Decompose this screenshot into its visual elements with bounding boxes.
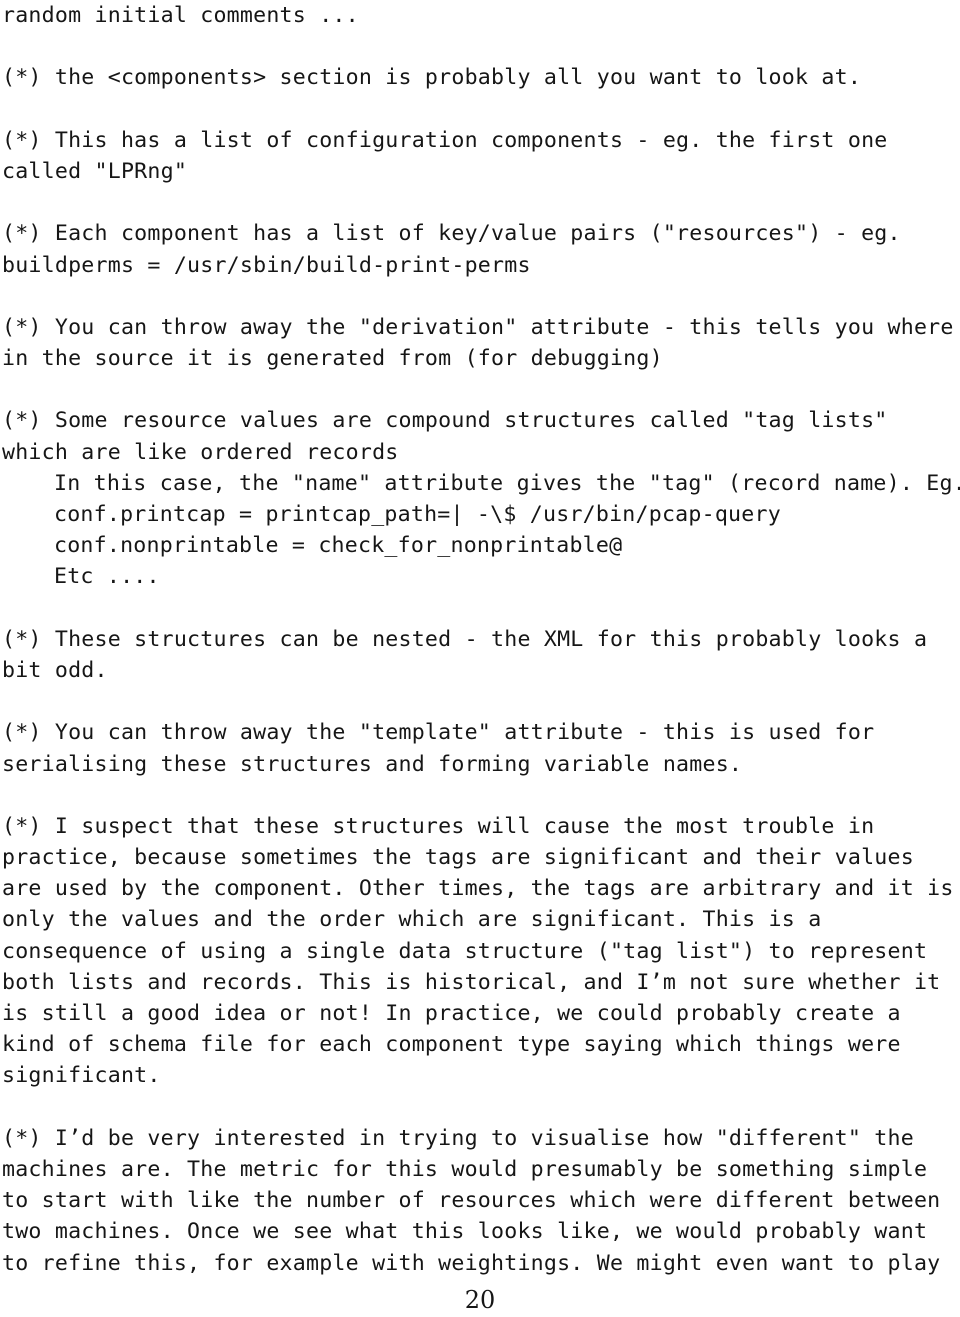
text-line: only the values and the order which are …: [2, 907, 822, 933]
text-line: (*) This has a list of configuration com…: [2, 127, 888, 153]
text-line: machines are. The metric for this would …: [2, 1156, 928, 1182]
text-line: (*) the <components> section is probably…: [2, 65, 862, 91]
text-line: (*) I suspect that these structures will…: [2, 813, 875, 839]
text-line: both lists and records. This is historic…: [2, 969, 941, 995]
text-line: (*) These structures can be nested - the…: [2, 626, 928, 652]
text-line: random initial comments ...: [2, 3, 359, 28]
text-line: Etc ....: [54, 564, 160, 590]
text-line: serialising these structures and forming…: [2, 751, 743, 777]
text-line: to start with like the number of resourc…: [2, 1188, 941, 1214]
text-line: conf.nonprintable = check_for_nonprintab…: [54, 533, 623, 559]
text-line: is still a good idea or not! In practice…: [2, 1001, 901, 1026]
text-line: bit odd.: [2, 657, 108, 683]
text-line: conf.printcap = printcap_path=| -\$ /usr…: [54, 502, 781, 527]
text-line: are used by the component. Other times, …: [2, 876, 954, 902]
document-page: random initial comments ... (*) the <comp…: [0, 0, 960, 1317]
document-body-text: random initial comments ... (*) the <comp…: [2, 0, 960, 1279]
text-line: (*) I’d be very interested in trying to …: [2, 1125, 914, 1151]
text-line: practice, because sometimes the tags are…: [2, 845, 914, 871]
text-line: which are like ordered records: [2, 439, 399, 465]
text-line: consequence of using a single data struc…: [2, 938, 928, 964]
text-line: to refine this, for example with weighti…: [2, 1250, 941, 1276]
text-line: (*) You can throw away the "derivation" …: [2, 314, 954, 340]
text-line: significant.: [2, 1063, 161, 1089]
text-line: buildperms = /usr/sbin/build-print-perms: [2, 252, 531, 278]
text-line: (*) Each component has a list of key/val…: [2, 221, 901, 247]
text-line: In this case, the "name" attribute gives…: [54, 470, 960, 496]
text-line: (*) You can throw away the "template" at…: [2, 720, 875, 746]
text-line: called "LPRng": [2, 158, 188, 184]
page-number: 20: [464, 1286, 496, 1314]
text-line: kind of schema file for each component t…: [2, 1032, 901, 1058]
text-line: (*) Some resource values are compound st…: [2, 408, 888, 434]
text-line: in the source it is generated from (for …: [2, 346, 663, 372]
text-line: two machines. Once we see what this look…: [2, 1219, 928, 1245]
